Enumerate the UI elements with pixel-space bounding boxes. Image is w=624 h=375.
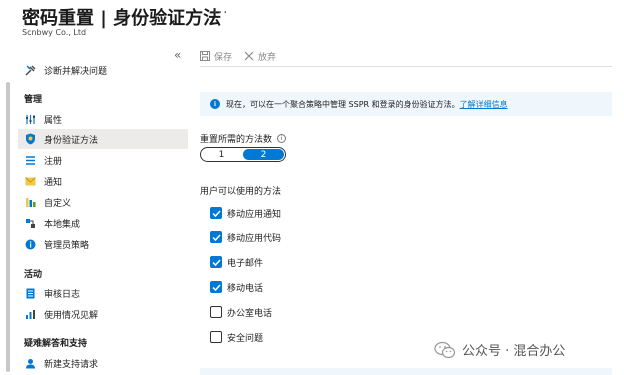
sidebar-item-registration[interactable]: 注册: [18, 150, 188, 170]
main-content: 保存 放弃 i 现在，可以在一个聚合策略中管理 SSPR 和登录的身份验证方法。…: [188, 42, 624, 375]
info-icon: [24, 238, 36, 250]
watermark: 公众号 · 混合办公: [434, 340, 565, 359]
watermark-text: 公众号 · 混合办公: [462, 344, 566, 359]
method-mobile-phone[interactable]: 移动电话: [210, 280, 263, 294]
method-label: 安全问题: [227, 333, 264, 344]
method-mobile-app-notification[interactable]: 移动应用通知: [210, 206, 281, 220]
shield-icon: [24, 133, 36, 145]
checkmark-icon: [211, 209, 221, 217]
sidebar-item-properties[interactable]: 属性: [18, 109, 188, 129]
method-mobile-app-code[interactable]: 移动应用代码: [210, 230, 281, 244]
method-label: 移动应用代码: [227, 233, 282, 244]
methods-count-option-2[interactable]: 2: [243, 149, 284, 160]
checkmark-icon: [211, 283, 221, 291]
toolbar-divider: [200, 66, 612, 67]
sidebar-item-onprem-integration[interactable]: 本地集成: [18, 213, 188, 233]
sidebar: « 诊断并解决问题 管理 属性 身份验证方法 注册 通知 自定义 本地集成 管理…: [0, 42, 188, 375]
info-banner: i 现在，可以在一个聚合策略中管理 SSPR 和登录的身份验证方法。 了解详细信…: [200, 92, 612, 116]
methods-count-toggle: 1 2: [200, 147, 286, 162]
sidebar-scrollbar[interactable]: [6, 82, 10, 372]
page-header: 密码重置 | 身份验证方法 ··· Scnbwy Co., Ltd: [0, 0, 624, 42]
save-label: 保存: [214, 52, 233, 63]
properties-icon: [24, 113, 36, 125]
sidebar-item-label: 通知: [44, 177, 63, 188]
tenant-name: Scnbwy Co., Ltd: [22, 28, 87, 37]
checkbox-checked[interactable]: [210, 207, 222, 219]
sidebar-item-customize[interactable]: 自定义: [18, 192, 188, 212]
sidebar-item-audit-logs[interactable]: 审核日志: [18, 283, 188, 303]
info-icon: i: [210, 99, 220, 109]
checkbox-checked[interactable]: [210, 231, 222, 243]
method-label: 办公室电话: [227, 308, 273, 319]
checkmark-icon: [211, 233, 221, 241]
section-manage: 管理: [24, 95, 43, 105]
methods-count-label: 重置所需的方法数 i: [200, 132, 287, 145]
wrench-icon: [24, 64, 36, 76]
methods-label: 用户可以使用的方法: [200, 187, 282, 197]
sidebar-item-usage-insights[interactable]: 使用情况见解: [18, 304, 188, 324]
integration-icon: [24, 217, 36, 229]
sidebar-item-label: 使用情况见解: [44, 310, 99, 321]
save-icon: [200, 51, 210, 61]
sidebar-item-diagnose[interactable]: 诊断并解决问题: [18, 60, 188, 80]
method-label: 电子邮件: [227, 258, 264, 269]
page-title: 密码重置 | 身份验证方法: [22, 8, 222, 29]
method-office-phone[interactable]: 办公室电话: [210, 305, 272, 319]
checkbox-checked[interactable]: [210, 256, 222, 268]
section-activity: 活动: [24, 270, 43, 280]
sidebar-item-auth-methods[interactable]: 身份验证方法: [18, 129, 188, 149]
sidebar-item-label: 审核日志: [44, 289, 81, 300]
method-label: 移动应用通知: [227, 209, 282, 220]
save-button[interactable]: 保存: [200, 50, 232, 63]
support-icon: [24, 357, 36, 369]
checkmark-icon: [211, 258, 221, 266]
sidebar-item-label: 属性: [44, 115, 63, 126]
sidebar-item-label: 注册: [44, 156, 63, 167]
help-icon[interactable]: i: [277, 134, 287, 143]
toolbar: 保存 放弃: [200, 48, 288, 64]
sidebar-item-label: 管理员策略: [44, 240, 90, 251]
wechat-logo-icon: [434, 341, 456, 358]
sidebar-item-label: 本地集成: [44, 219, 81, 230]
info-text: 现在，可以在一个聚合策略中管理 SSPR 和登录的身份验证方法。: [226, 99, 460, 109]
register-icon: [24, 154, 36, 166]
bottom-info-band: [200, 368, 612, 375]
checkbox-unchecked[interactable]: [210, 306, 222, 318]
sidebar-item-admin-policy[interactable]: 管理员策略: [18, 234, 188, 254]
section-support: 疑难解答和支持: [24, 339, 88, 349]
sidebar-item-new-support-request[interactable]: 新建支持请求: [18, 353, 188, 373]
methods-count-option-1[interactable]: 1: [201, 148, 242, 161]
sidebar-item-label: 自定义: [44, 198, 72, 209]
method-security-questions[interactable]: 安全问题: [210, 330, 263, 344]
learn-more-link[interactable]: 了解详细信息: [460, 99, 508, 110]
sidebar-item-label: 身份验证方法: [44, 135, 99, 146]
notification-icon: [24, 175, 36, 187]
checkbox-unchecked[interactable]: [210, 331, 222, 343]
checkbox-checked[interactable]: [210, 281, 222, 293]
discard-label: 放弃: [258, 52, 277, 63]
close-icon: [244, 51, 254, 61]
more-options-button[interactable]: ···: [213, 6, 228, 21]
customize-icon: [24, 196, 36, 208]
sidebar-item-label: 诊断并解决问题: [44, 66, 108, 77]
sidebar-item-notifications[interactable]: 通知: [18, 171, 188, 191]
method-email[interactable]: 电子邮件: [210, 255, 263, 269]
discard-button[interactable]: 放弃: [244, 50, 276, 63]
log-icon: [24, 287, 36, 299]
sidebar-item-label: 新建支持请求: [44, 359, 99, 370]
method-label: 移动电话: [227, 283, 264, 294]
insights-icon: [24, 308, 36, 320]
methods-count-label-text: 重置所需的方法数: [200, 135, 273, 145]
